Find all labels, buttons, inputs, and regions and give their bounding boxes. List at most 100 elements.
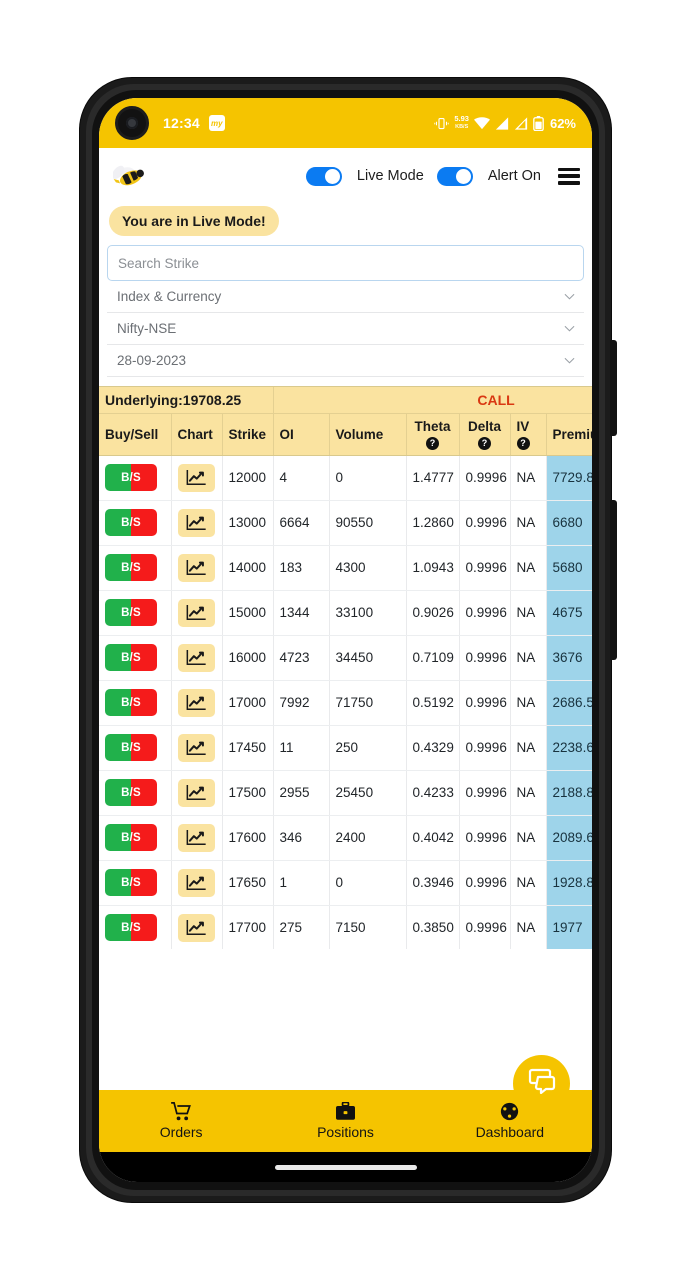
nav-item-orders[interactable]: Orders: [99, 1090, 263, 1152]
screenshot-root: 12:34 my 5.93 KB/S 62% Live Mode Alert O…: [0, 0, 691, 1280]
buy-sell-button[interactable]: B/S: [105, 914, 157, 941]
cell-strike: 17650: [222, 860, 274, 906]
col-header-premium: Premium: [546, 413, 592, 456]
cell-theta: 1.0943: [406, 545, 460, 591]
option-chain-scroll-area[interactable]: Underlying:19708.25 CALL Buy/Sell Chart …: [99, 386, 592, 949]
buy-sell-button[interactable]: B/S: [105, 464, 157, 491]
nav-item-positions[interactable]: Positions: [263, 1090, 427, 1152]
chart-button[interactable]: [177, 598, 215, 627]
buy-sell-button[interactable]: B/S: [105, 689, 157, 716]
buy-sell-button[interactable]: B/S: [105, 734, 157, 761]
underlying-value: Underlying:19708.25: [99, 387, 274, 414]
buy-sell-button[interactable]: B/S: [105, 599, 157, 626]
volume-button[interactable]: [610, 340, 617, 436]
cell-premium: 2188.85: [546, 770, 592, 816]
cell-buy-sell: B/S: [99, 500, 172, 546]
cell-chart: [171, 635, 223, 681]
table-row: B/S 13000 6664 90550 1.2860 0.9996 NA 6680: [99, 500, 592, 546]
line-chart-icon: [186, 694, 207, 711]
select-expiry-date[interactable]: 28-09-2023: [107, 345, 584, 377]
cell-theta: 1.4777: [406, 455, 460, 501]
chart-button[interactable]: [177, 463, 215, 492]
front-camera-punch-hole: [115, 106, 149, 140]
cell-oi: 4723: [273, 635, 330, 681]
line-chart-icon: [186, 604, 207, 621]
cell-delta: 0.9996: [459, 860, 511, 906]
status-bar-icons: 5.93 KB/S 62%: [434, 115, 576, 131]
live-mode-banner: You are in Live Mode!: [109, 206, 279, 236]
cell-chart: [171, 725, 223, 771]
cell-theta: 0.4329: [406, 725, 460, 771]
cell-iv: NA: [510, 545, 547, 591]
live-mode-toggle[interactable]: [305, 166, 342, 186]
cell-delta: 0.9996: [459, 635, 511, 681]
cell-delta: 0.9996: [459, 815, 511, 861]
cell-buy-sell: B/S: [99, 455, 172, 501]
cell-oi: 2955: [273, 770, 330, 816]
live-mode-banner-wrap: You are in Live Mode!: [99, 204, 592, 245]
live-mode-label: Live Mode: [356, 168, 424, 184]
chart-button[interactable]: [177, 823, 215, 852]
network-speed-indicator: 5.93 KB/S: [454, 114, 469, 131]
chart-button[interactable]: [177, 733, 215, 762]
buy-sell-button[interactable]: B/S: [105, 779, 157, 806]
bee-logo[interactable]: [112, 161, 149, 191]
buy-sell-button[interactable]: B/S: [105, 824, 157, 851]
cell-chart: [171, 680, 223, 726]
cell-premium: 4675: [546, 590, 592, 636]
buy-sell-button[interactable]: B/S: [105, 644, 157, 671]
chart-button[interactable]: [177, 778, 215, 807]
cell-premium: 7729.85: [546, 455, 592, 501]
cell-strike: 13000: [222, 500, 274, 546]
search-strike-box[interactable]: [107, 245, 584, 281]
table-row: B/S 170007992717500.51920.9996NA2686.55: [99, 680, 592, 726]
table-row: B/S 17650100.39460.9996NA1928.85: [99, 860, 592, 906]
home-indicator[interactable]: [274, 1164, 417, 1170]
cell-premium: 5680: [546, 545, 592, 591]
cell-delta: 0.9996: [459, 770, 511, 816]
cell-oi: 346: [273, 815, 330, 861]
hamburger-menu-icon[interactable]: [558, 167, 580, 185]
chevron-down-icon: [564, 293, 575, 300]
chart-button[interactable]: [177, 643, 215, 672]
theta-help-icon[interactable]: ?: [426, 436, 440, 450]
cell-delta: 0.9996: [459, 905, 511, 949]
cell-chart: [171, 590, 223, 636]
select-symbol[interactable]: Nifty-NSE: [107, 313, 584, 345]
vibrate-icon: [434, 116, 449, 131]
cell-buy-sell: B/S: [99, 545, 172, 591]
chart-button[interactable]: [177, 868, 215, 897]
line-chart-icon: [186, 784, 207, 801]
cell-volume: 2400: [329, 815, 407, 861]
chart-button[interactable]: [177, 913, 215, 942]
buy-sell-button[interactable]: B/S: [105, 869, 157, 896]
chart-button[interactable]: [177, 688, 215, 717]
buy-sell-button[interactable]: B/S: [105, 554, 157, 581]
cell-theta: 0.7109: [406, 635, 460, 681]
select-instrument-type[interactable]: Index & Currency: [107, 281, 584, 313]
delta-help-icon[interactable]: ?: [478, 436, 492, 450]
chart-button[interactable]: [177, 553, 215, 582]
cell-strike: 15000: [222, 590, 274, 636]
chart-button[interactable]: [177, 508, 215, 537]
cell-premium: 2686.55: [546, 680, 592, 726]
cell-iv: NA: [510, 455, 547, 501]
power-button[interactable]: [610, 500, 617, 660]
cell-iv: NA: [510, 725, 547, 771]
table-row: B/S 175002955254500.42330.9996NA2188.85: [99, 770, 592, 816]
cell-buy-sell: B/S: [99, 590, 172, 636]
cell-buy-sell: B/S: [99, 680, 172, 726]
cell-oi: 183: [273, 545, 330, 591]
cell-strike: 14000: [222, 545, 274, 591]
cell-premium: 2238.65: [546, 725, 592, 771]
dashboard-icon: [499, 1102, 520, 1121]
nav-item-dashboard[interactable]: Dashboard: [428, 1090, 592, 1152]
search-input[interactable]: [118, 255, 573, 271]
cell-theta: 1.2860: [406, 500, 460, 546]
alert-toggle[interactable]: [436, 166, 473, 186]
buy-sell-button[interactable]: B/S: [105, 509, 157, 536]
chat-support-button[interactable]: [513, 1055, 570, 1112]
cell-chart: [171, 455, 223, 501]
iv-help-icon[interactable]: ?: [516, 436, 530, 450]
app-header: Live Mode Alert On: [99, 148, 592, 204]
